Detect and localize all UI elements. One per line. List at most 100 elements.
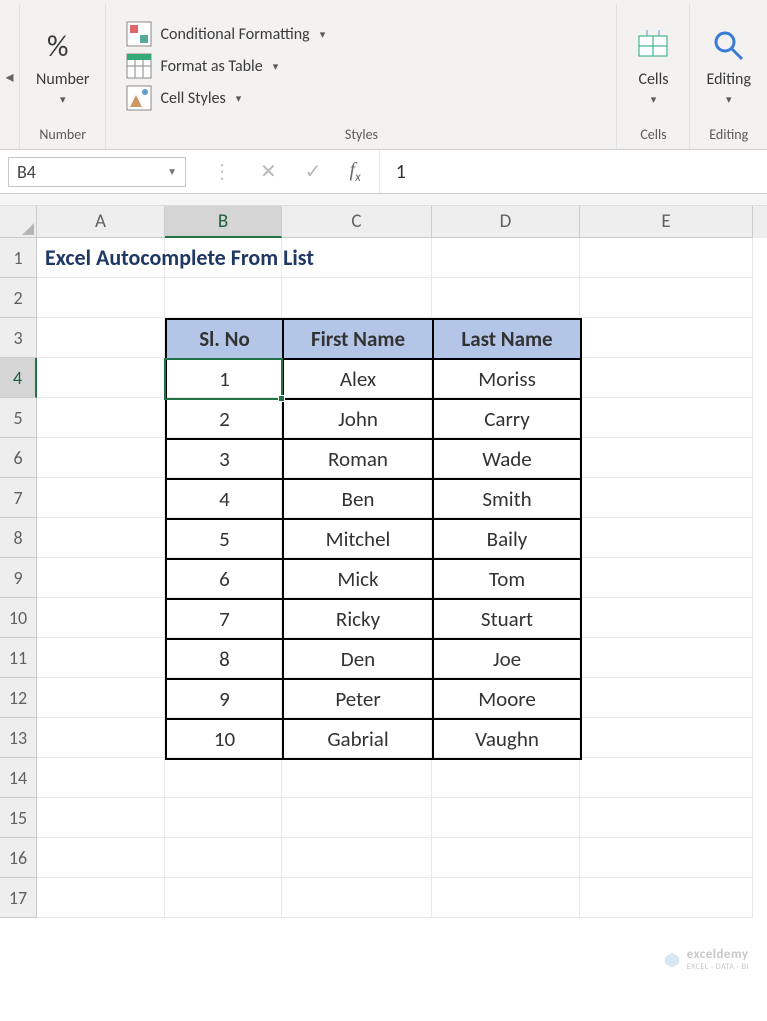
table-cell[interactable]: Alex (283, 359, 433, 399)
editing-button[interactable]: Editing ▾ (704, 22, 753, 110)
table-cell[interactable]: 3 (166, 439, 283, 479)
row-header-8[interactable]: 8 (0, 518, 37, 558)
table-cell[interactable]: Roman (283, 439, 433, 479)
cell-E3[interactable] (580, 318, 753, 358)
table-cell[interactable]: 9 (166, 679, 283, 719)
table-cell[interactable]: John (283, 399, 433, 439)
cell-D16[interactable] (432, 838, 580, 878)
cell-E5[interactable] (580, 398, 753, 438)
column-header-E[interactable]: E (580, 206, 753, 238)
table-cell[interactable]: Wade (433, 439, 581, 479)
table-cell[interactable]: 2 (166, 399, 283, 439)
cell-D17[interactable] (432, 878, 580, 918)
cell-A12[interactable] (37, 678, 165, 718)
cell-E6[interactable] (580, 438, 753, 478)
cell-C16[interactable] (282, 838, 432, 878)
cell-D15[interactable] (432, 798, 580, 838)
cell-B17[interactable] (165, 878, 282, 918)
cell-E8[interactable] (580, 518, 753, 558)
table-cell[interactable]: 4 (166, 479, 283, 519)
confirm-icon[interactable]: ✓ (305, 159, 322, 184)
table-cell[interactable]: 1 (166, 359, 283, 399)
table-cell[interactable]: Ricky (283, 599, 433, 639)
cancel-icon[interactable]: ✕ (260, 159, 277, 184)
cell-E17[interactable] (580, 878, 753, 918)
cell-D2[interactable] (432, 278, 580, 318)
cell-E11[interactable] (580, 638, 753, 678)
cell-A16[interactable] (37, 838, 165, 878)
table-cell[interactable]: Stuart (433, 599, 581, 639)
table-cell[interactable]: Ben (283, 479, 433, 519)
row-header-17[interactable]: 17 (0, 878, 37, 918)
cell-C2[interactable] (282, 278, 432, 318)
table-cell[interactable]: 7 (166, 599, 283, 639)
table-cell[interactable]: Carry (433, 399, 581, 439)
table-header[interactable]: Last Name (433, 319, 581, 359)
row-header-4[interactable]: 4 (0, 358, 37, 398)
number-format-button[interactable]: % Number ▾ (34, 22, 91, 110)
cell-E14[interactable] (580, 758, 753, 798)
table-cell[interactable]: Tom (433, 559, 581, 599)
format-as-table-button[interactable]: Format as Table ▾ (126, 53, 278, 79)
table-cell[interactable]: Den (283, 639, 433, 679)
cell-A1[interactable]: Excel Autocomplete From List (37, 238, 165, 278)
cell-E9[interactable] (580, 558, 753, 598)
row-header-11[interactable]: 11 (0, 638, 37, 678)
row-header-6[interactable]: 6 (0, 438, 37, 478)
row-header-7[interactable]: 7 (0, 478, 37, 518)
cell-B1[interactable] (165, 238, 282, 278)
table-cell[interactable]: Peter (283, 679, 433, 719)
cell-E1[interactable] (580, 238, 753, 278)
cell-A9[interactable] (37, 558, 165, 598)
table-cell[interactable]: Baily (433, 519, 581, 559)
cell-styles-button[interactable]: Cell Styles ▾ (126, 85, 241, 111)
table-cell[interactable]: Mitchel (283, 519, 433, 559)
cell-A3[interactable] (37, 318, 165, 358)
row-header-16[interactable]: 16 (0, 838, 37, 878)
cell-A4[interactable] (37, 358, 165, 398)
row-header-5[interactable]: 5 (0, 398, 37, 438)
cell-A6[interactable] (37, 438, 165, 478)
cell-E7[interactable] (580, 478, 753, 518)
table-cell[interactable]: 6 (166, 559, 283, 599)
table-cell[interactable]: Moriss (433, 359, 581, 399)
column-header-C[interactable]: C (282, 206, 432, 238)
column-header-D[interactable]: D (432, 206, 580, 238)
table-cell[interactable]: Gabrial (283, 719, 433, 759)
row-header-9[interactable]: 9 (0, 558, 37, 598)
row-header-10[interactable]: 10 (0, 598, 37, 638)
cell-C1[interactable] (282, 238, 432, 278)
cell-B15[interactable] (165, 798, 282, 838)
name-box[interactable]: B4 ▼ (8, 157, 186, 187)
cell-A17[interactable] (37, 878, 165, 918)
row-header-3[interactable]: 3 (0, 318, 37, 358)
table-cell[interactable]: Vaughn (433, 719, 581, 759)
cell-A7[interactable] (37, 478, 165, 518)
worksheet[interactable]: ABCDE 1Excel Autocomplete From List23456… (0, 206, 767, 986)
cell-E4[interactable] (580, 358, 753, 398)
column-header-B[interactable]: B (165, 206, 282, 238)
table-cell[interactable]: 8 (166, 639, 283, 679)
cell-A14[interactable] (37, 758, 165, 798)
cell-B16[interactable] (165, 838, 282, 878)
cell-D14[interactable] (432, 758, 580, 798)
cell-C14[interactable] (282, 758, 432, 798)
table-cell[interactable]: 10 (166, 719, 283, 759)
formula-input[interactable]: 1 (379, 150, 767, 193)
cell-B14[interactable] (165, 758, 282, 798)
cell-E10[interactable] (580, 598, 753, 638)
cell-A11[interactable] (37, 638, 165, 678)
cell-E12[interactable] (580, 678, 753, 718)
cell-A5[interactable] (37, 398, 165, 438)
row-header-1[interactable]: 1 (0, 238, 37, 278)
cell-E16[interactable] (580, 838, 753, 878)
insert-function-button[interactable]: fx (350, 159, 361, 185)
cell-A15[interactable] (37, 798, 165, 838)
cell-A8[interactable] (37, 518, 165, 558)
cell-A13[interactable] (37, 718, 165, 758)
cell-E2[interactable] (580, 278, 753, 318)
cell-E15[interactable] (580, 798, 753, 838)
row-header-2[interactable]: 2 (0, 278, 37, 318)
ribbon-collapse-handle[interactable]: ◂ (0, 4, 20, 149)
table-cell[interactable]: Smith (433, 479, 581, 519)
